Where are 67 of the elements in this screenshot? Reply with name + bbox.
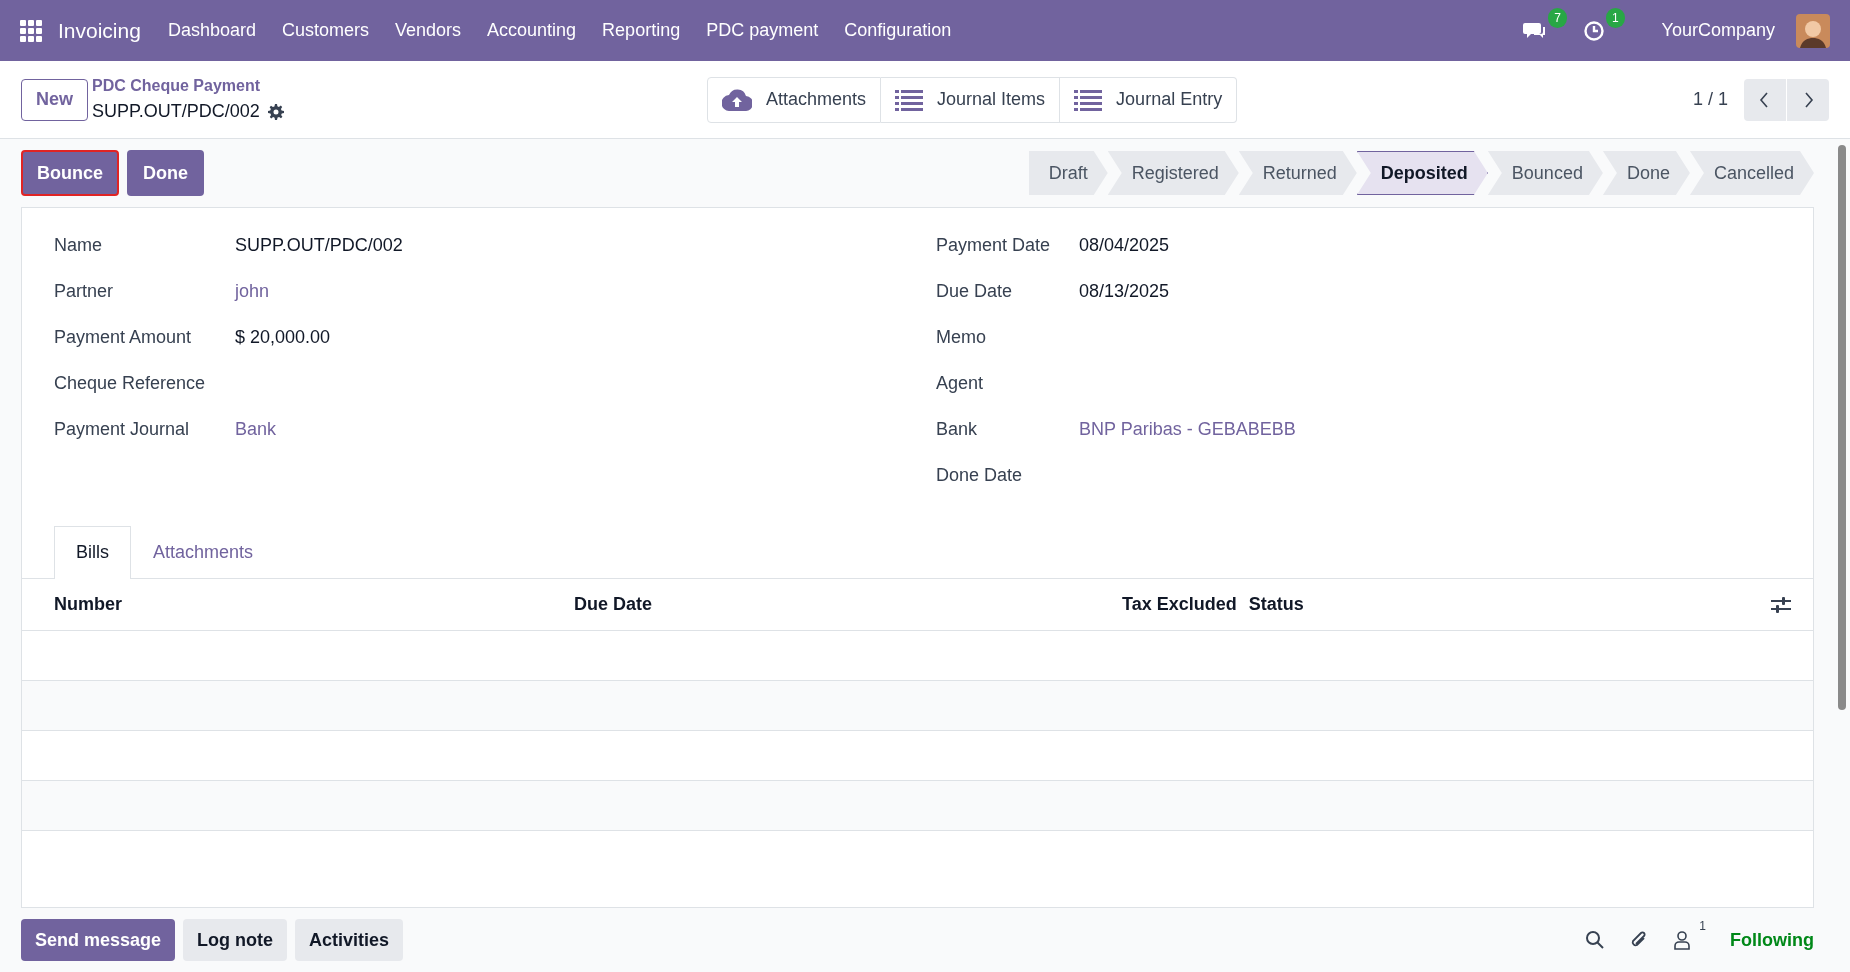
menu-item[interactable]: Accounting — [474, 17, 590, 44]
field-link[interactable]: john — [235, 277, 270, 305]
field-label: Cheque Reference — [54, 371, 207, 395]
record-name: SUPP.OUT/PDC/002 — [92, 100, 260, 123]
status-step[interactable]: Draft — [1028, 151, 1108, 195]
column-header[interactable]: Due Date — [574, 591, 1122, 618]
field-link[interactable]: BNP Paribas - GEBABEBB — [1079, 415, 1296, 443]
smart-button[interactable]: Journal Items — [881, 76, 1061, 123]
field-value: 08/13/2025 — [1079, 279, 1170, 303]
count-badge: 7 — [1548, 8, 1567, 28]
action-button[interactable]: Bounce — [21, 150, 119, 196]
menu-item[interactable]: Customers — [268, 17, 382, 44]
smart-button[interactable]: Journal Entry — [1060, 76, 1238, 123]
activity-clock-icon[interactable] — [1582, 19, 1605, 42]
status-step[interactable]: Registered — [1107, 151, 1239, 195]
follower-count: 1 — [1699, 920, 1706, 932]
field-label: Partner — [54, 279, 115, 303]
field-label: Payment Amount — [54, 325, 193, 349]
app-name[interactable]: Invoicing — [58, 14, 141, 47]
tab[interactable]: Attachments — [131, 526, 276, 578]
menu-item[interactable]: Reporting — [589, 17, 694, 44]
status-step[interactable]: Cancelled — [1689, 151, 1814, 195]
status-step[interactable]: Returned — [1238, 151, 1357, 195]
action-button[interactable]: Done — [127, 150, 204, 196]
new-button[interactable]: New — [21, 78, 88, 121]
field-value: $ 20,000.00 — [235, 325, 331, 349]
field-value: 08/04/2025 — [1079, 233, 1170, 257]
status-step[interactable]: Bounced — [1487, 151, 1603, 195]
field-label: Payment Date — [936, 233, 1052, 257]
field-label: Memo — [936, 325, 987, 349]
settings-icon[interactable] — [267, 103, 284, 120]
following-button[interactable]: Following — [1730, 926, 1814, 954]
list-icon — [1074, 88, 1103, 111]
chatter-button[interactable]: Log note — [183, 919, 288, 961]
field-value: SUPP.OUT/PDC/002 — [235, 233, 403, 257]
field-label: Agent — [936, 371, 985, 395]
column-settings-icon[interactable] — [1771, 595, 1791, 614]
scrollbar[interactable] — [1838, 145, 1846, 710]
field-link[interactable]: Bank — [235, 415, 277, 443]
chatter-button[interactable]: Send message — [21, 919, 176, 961]
field-label: Name — [54, 233, 103, 257]
pager-value[interactable]: 1 / 1 — [1692, 86, 1728, 113]
cloud-upload-icon — [722, 88, 752, 111]
count-badge: 1 — [1605, 8, 1625, 28]
smart-button[interactable]: Attachments — [707, 76, 882, 123]
breadcrumb-link[interactable]: PDC Cheque Payment — [92, 74, 572, 98]
company-switcher[interactable]: YourCompany — [1648, 17, 1788, 44]
apps-menu-icon[interactable] — [20, 19, 42, 42]
menu-item[interactable]: Configuration — [831, 17, 965, 44]
search-icon[interactable] — [1585, 930, 1606, 950]
user-avatar[interactable] — [1796, 13, 1830, 48]
menu-item[interactable]: Vendors — [382, 17, 475, 44]
chatter-button[interactable]: Activities — [295, 919, 404, 961]
tab[interactable]: Bills — [54, 526, 131, 579]
menu-item[interactable]: PDC payment — [693, 17, 832, 44]
column-header[interactable]: Status — [1248, 591, 1304, 618]
field-label: Bank — [936, 417, 979, 441]
column-header[interactable]: Number — [54, 591, 574, 618]
field-label: Due Date — [936, 279, 1014, 303]
menu-item[interactable]: Dashboard — [154, 17, 269, 44]
field-label: Done Date — [936, 463, 1024, 487]
list-icon — [895, 88, 924, 111]
column-header[interactable]: Tax Excluded — [1122, 591, 1237, 618]
status-step[interactable]: Done — [1602, 151, 1690, 195]
field-label: Payment Journal — [54, 417, 191, 441]
status-step[interactable]: Deposited — [1356, 151, 1488, 195]
follower-icon[interactable] — [1673, 930, 1692, 950]
